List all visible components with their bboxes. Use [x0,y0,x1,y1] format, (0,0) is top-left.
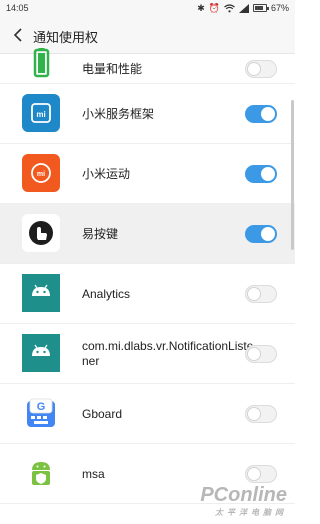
android-icon [22,274,60,312]
list-item-label: com.mi.dlabs.vr.NotificationListener [82,339,254,368]
notification-toggle[interactable] [245,405,277,423]
battery-icon [252,4,269,12]
list-item-label: 小米运动 [82,166,131,181]
page-title: 通知使用权 [33,30,99,45]
notification-toggle[interactable] [245,465,277,483]
scrollbar[interactable] [291,100,294,250]
easy-button-icon [22,214,60,252]
notification-access-list: 电量和性能 mi 小米服务框架 mi 小米运动 易按键 Analytics co… [0,48,295,504]
notification-toggle[interactable] [245,345,277,363]
signal-icon [238,3,249,13]
notification-toggle[interactable] [245,285,277,303]
watermark: PConline 太平洋电脑网 [200,484,287,518]
svg-text:mi: mi [37,171,45,178]
list-item[interactable]: 电量和性能 [0,48,295,84]
android-shield-icon [22,454,60,492]
list-item[interactable]: Analytics [0,264,295,324]
svg-text:mi: mi [36,110,45,119]
status-icons: ✱ ⏰ 67% [197,2,289,14]
svg-text:G: G [37,401,46,413]
status-bar: 14:05 ✱ ⏰ 67% [0,0,295,16]
bluetooth-icon: ✱ [197,3,205,13]
list-item[interactable]: G Gboard [0,384,295,444]
mi-fit-icon: mi [22,154,60,192]
list-item-label: 易按键 [82,226,119,241]
android-icon [22,334,60,372]
chevron-left-icon[interactable] [8,25,28,45]
list-item-label: Analytics [82,286,131,301]
notification-toggle[interactable] [245,60,277,78]
notification-toggle[interactable] [245,165,277,183]
list-item[interactable]: mi 小米运动 [0,144,295,204]
status-time: 14:05 [6,3,29,13]
list-item-label: Gboard [82,406,123,421]
list-item[interactable]: 易按键 [0,204,295,264]
notification-toggle[interactable] [245,225,277,243]
alarm-icon: ⏰ [208,3,220,13]
battery-percent: 67% [270,3,289,13]
watermark-main: PConline [200,484,287,506]
notification-toggle[interactable] [245,105,277,123]
list-item[interactable]: com.mi.dlabs.vr.NotificationListener [0,324,295,384]
gboard-icon: G [22,394,60,432]
list-item-label: 小米服务框架 [82,106,155,121]
watermark-sub: 太平洋电脑网 [215,508,287,517]
list-item-label: 电量和性能 [82,61,143,76]
battery-performance-icon [22,48,60,86]
wifi-icon [224,3,235,12]
list-item[interactable]: mi 小米服务框架 [0,84,295,144]
mi-service-framework-icon: mi [22,94,60,132]
